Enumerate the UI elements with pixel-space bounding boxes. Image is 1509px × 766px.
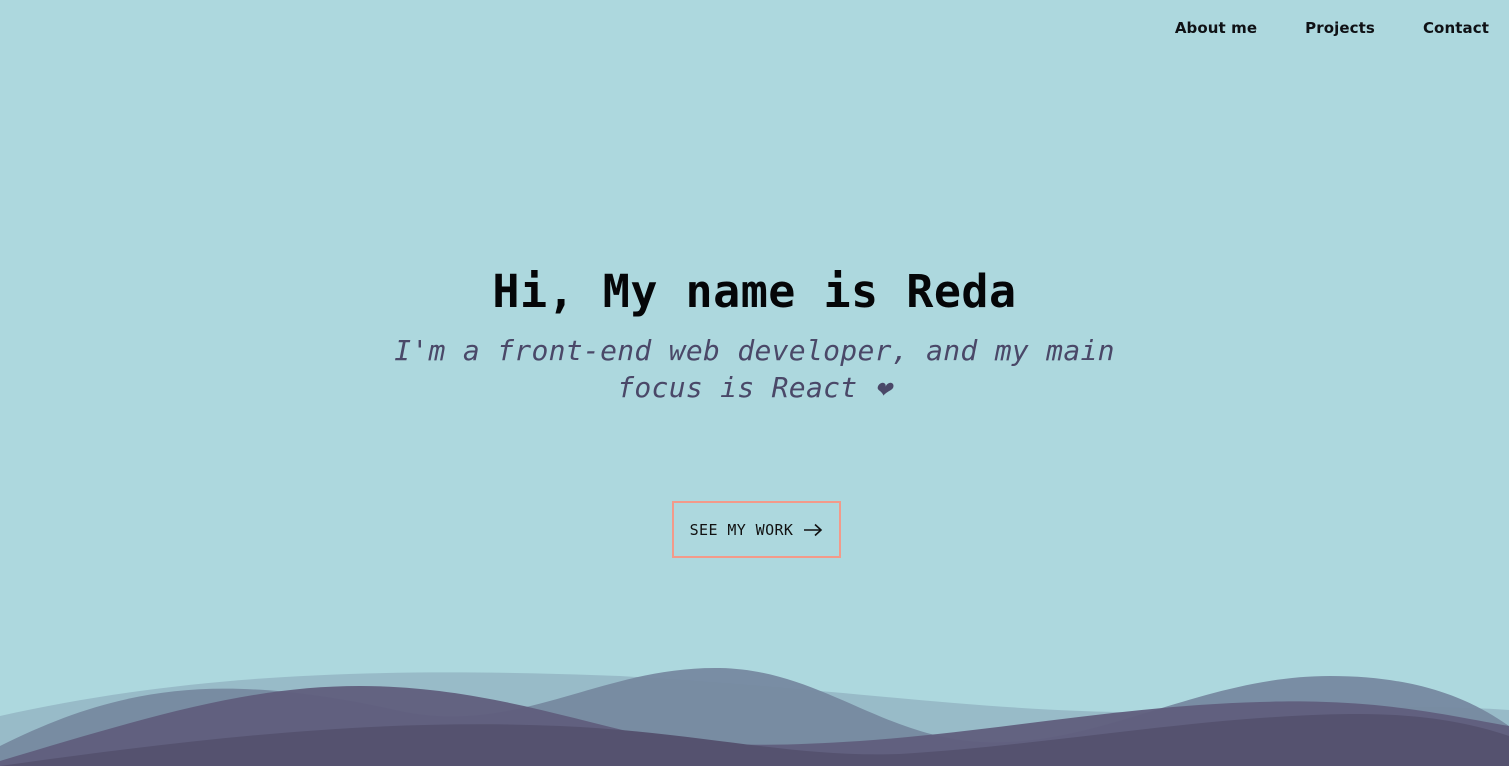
nav-link-projects[interactable]: Projects [1305,19,1375,37]
hero-title: Hi, My name is Reda [492,265,1017,318]
arrow-right-icon [803,523,823,537]
hero-subtitle: I'm a front-end web developer, and my ma… [394,334,1115,404]
top-navigation: About me Projects Contact [1175,0,1509,56]
see-my-work-label: SEE MY WORK [689,520,794,539]
nav-link-about-me[interactable]: About me [1175,19,1257,37]
see-my-work-button[interactable]: SEE MY WORK [672,501,841,558]
decorative-waves [0,667,1509,766]
nav-link-contact[interactable]: Contact [1423,19,1489,37]
hero-section: Hi, My name is Reda I'm a front-end web … [0,262,1509,406]
